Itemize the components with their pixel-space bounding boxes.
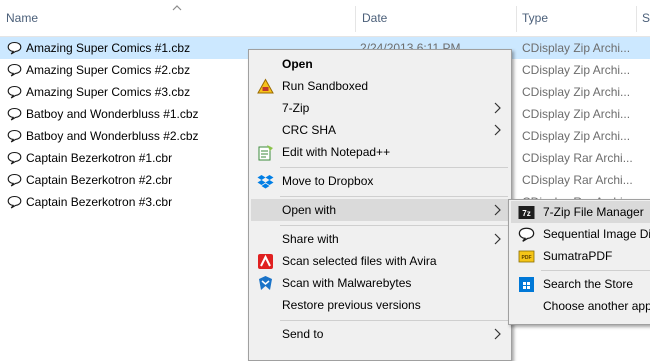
menu-separator <box>280 320 508 321</box>
menu-item-restore-versions[interactable]: Restore previous versions <box>251 294 509 316</box>
avira-icon <box>258 254 273 269</box>
column-name[interactable]: Name <box>6 0 38 36</box>
column-header: Name Date Type S <box>0 0 650 37</box>
chevron-right-icon <box>494 204 501 216</box>
svg-text:PDF: PDF <box>522 255 532 261</box>
file-type: CDisplay Zip Archi... <box>522 85 631 99</box>
menu-separator <box>280 225 508 226</box>
menu-item-label: 7-Zip <box>282 101 310 115</box>
menu-item-share-with[interactable]: Share with <box>251 228 509 250</box>
column-divider[interactable] <box>636 6 637 32</box>
menu-item-label: Restore previous versions <box>282 298 421 312</box>
menu-item-label: Share with <box>282 232 339 246</box>
menu-item-label: Scan with Malwarebytes <box>282 276 412 290</box>
open-with-submenu: 7z 7-Zip File Manager Sequential Image D… <box>508 199 650 325</box>
context-menu: Open Run Sandboxed 7-Zip CRC SHA Edit wi… <box>248 49 512 361</box>
menu-item-label: Send to <box>282 327 324 341</box>
menu-item-move-dropbox[interactable]: Move to Dropbox <box>251 170 509 192</box>
submenu-item-choose-app[interactable]: Choose another app <box>511 295 650 317</box>
file-name: Batboy and Wonderbluss #2.cbz <box>26 129 199 143</box>
submenu-item-7zip-file-manager[interactable]: 7z 7-Zip File Manager <box>511 201 650 223</box>
submenu-item-label: Sequential Image Dis <box>543 227 650 241</box>
menu-item-7zip[interactable]: 7-Zip <box>251 97 509 119</box>
menu-item-run-sandboxed[interactable]: Run Sandboxed <box>251 75 509 97</box>
file-type: CDisplay Zip Archi... <box>522 107 631 121</box>
menu-item-label: Open with <box>282 203 337 217</box>
speech-bubble-icon <box>7 41 22 55</box>
menu-separator <box>280 167 508 168</box>
menu-item-open-with[interactable]: Open with <box>251 199 509 221</box>
menu-item-label: Move to Dropbox <box>282 174 374 188</box>
speech-bubble-icon <box>7 107 22 121</box>
menu-item-label: Edit with Notepad++ <box>282 145 391 159</box>
file-type: CDisplay Zip Archi... <box>522 129 631 143</box>
7zip-icon: 7z <box>518 206 535 219</box>
column-divider[interactable] <box>355 6 356 32</box>
chevron-right-icon <box>494 233 501 245</box>
column-type[interactable]: Type <box>522 0 548 36</box>
chevron-right-icon <box>494 102 501 114</box>
file-name: Captain Bezerkotron #1.cbr <box>26 151 173 165</box>
menu-item-label: CRC SHA <box>282 123 337 137</box>
file-name: Batboy and Wonderbluss #1.cbz <box>26 107 199 121</box>
menu-item-send-to[interactable]: Send to <box>251 323 509 345</box>
menu-item-scan-malwarebytes[interactable]: Scan with Malwarebytes <box>251 272 509 294</box>
menu-item-edit-notepad[interactable]: Edit with Notepad++ <box>251 141 509 163</box>
notepad-plus-plus-icon <box>258 145 273 161</box>
menu-item-crc-sha[interactable]: CRC SHA <box>251 119 509 141</box>
submenu-item-sumatrapdf[interactable]: PDF SumatraPDF <box>511 245 650 267</box>
chevron-right-icon <box>494 124 501 136</box>
menu-separator <box>541 270 650 271</box>
sort-ascending-icon <box>172 5 182 11</box>
submenu-item-sequential[interactable]: Sequential Image Dis <box>511 223 650 245</box>
dropbox-icon <box>257 175 274 189</box>
menu-separator <box>280 196 508 197</box>
speech-bubble-icon <box>7 151 22 165</box>
file-name: Captain Bezerkotron #2.cbr <box>26 173 173 187</box>
file-name: Captain Bezerkotron #3.cbr <box>26 195 173 209</box>
menu-item-label: Scan selected files with Avira <box>282 254 437 268</box>
menu-item-label: Open <box>282 57 313 71</box>
speech-bubble-icon <box>7 173 22 187</box>
submenu-item-label: 7-Zip File Manager <box>543 205 644 219</box>
speech-bubble-icon <box>518 227 535 242</box>
malwarebytes-icon <box>259 276 272 290</box>
speech-bubble-icon <box>7 85 22 99</box>
submenu-item-label: Choose another app <box>543 299 650 313</box>
sandboxie-icon <box>257 78 274 94</box>
file-type: CDisplay Rar Archi... <box>522 173 633 187</box>
file-type: CDisplay Rar Archi... <box>522 151 633 165</box>
submenu-item-label: SumatraPDF <box>543 249 613 263</box>
menu-item-open[interactable]: Open <box>251 53 509 75</box>
chevron-right-icon <box>494 328 501 340</box>
file-type: CDisplay Zip Archi... <box>522 41 631 55</box>
sumatrapdf-icon: PDF <box>518 250 535 263</box>
column-date[interactable]: Date <box>362 0 387 36</box>
file-name: Amazing Super Comics #1.cbz <box>26 41 191 55</box>
svg-text:7z: 7z <box>522 209 530 218</box>
file-name: Amazing Super Comics #3.cbz <box>26 85 191 99</box>
speech-bubble-icon <box>7 63 22 77</box>
column-size[interactable]: S <box>642 0 650 36</box>
speech-bubble-icon <box>7 195 22 209</box>
submenu-item-label: Search the Store <box>543 277 634 291</box>
file-type: CDisplay Zip Archi... <box>522 63 631 77</box>
store-icon <box>519 277 534 292</box>
menu-item-label: Run Sandboxed <box>282 79 369 93</box>
speech-bubble-icon <box>7 129 22 143</box>
file-name: Amazing Super Comics #2.cbz <box>26 63 191 77</box>
column-divider[interactable] <box>516 6 517 32</box>
menu-item-scan-avira[interactable]: Scan selected files with Avira <box>251 250 509 272</box>
submenu-item-search-store[interactable]: Search the Store <box>511 273 650 295</box>
